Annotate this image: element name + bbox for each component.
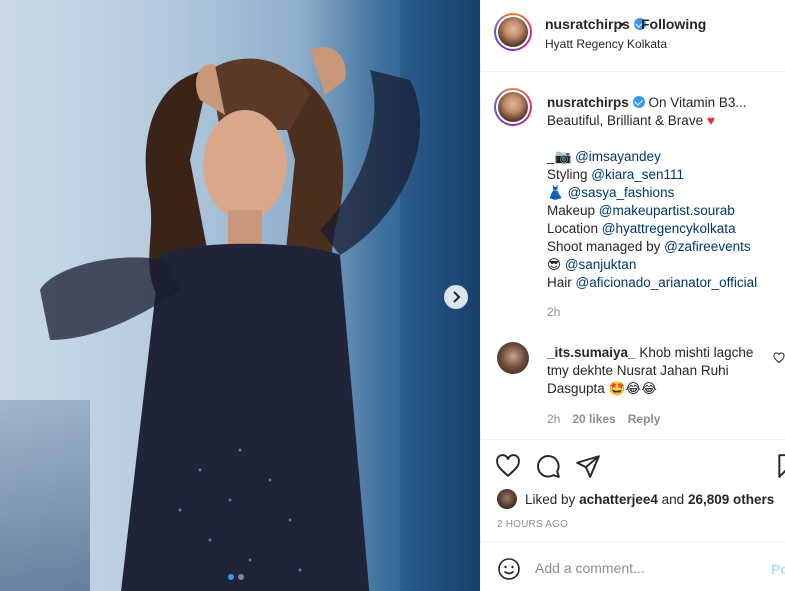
mention-link[interactable]: @zafireevents — [664, 239, 751, 254]
mention-link[interactable]: @makeupartist.sourab — [599, 203, 735, 218]
post-actions — [481, 441, 785, 481]
commenter-avatar[interactable] — [497, 342, 529, 374]
comments-section: nusratchirps On Vitamin B3... Beautiful,… — [481, 72, 785, 440]
author-avatar[interactable] — [494, 13, 532, 51]
likes-summary: Liked by achatterjee4 and 26,809 others — [497, 488, 774, 510]
post-timestamp[interactable]: 2 HOURS AGO — [497, 519, 568, 530]
credit-line: Hair @aficionado_arianator_official — [547, 275, 758, 290]
share-icon[interactable] — [575, 453, 601, 479]
caption-line2: Beautiful, Brilliant & Brave — [547, 113, 704, 128]
mention-link[interactable]: @aficionado_arianator_official — [576, 275, 758, 290]
comment-text: _its.sumaiya_ Khob mishti lagche tmy dek… — [547, 344, 769, 398]
mention-link[interactable]: @sanjuktan — [565, 257, 637, 272]
likes-prefix: Liked by — [525, 491, 576, 507]
verified-badge-icon — [632, 96, 645, 108]
mention-link[interactable]: @sasya_fashions — [568, 185, 675, 200]
author-username[interactable]: nusratchirps — [545, 16, 646, 32]
post-panel: nusratchirps • Following Hyatt Regency K… — [480, 0, 785, 591]
post-header: nusratchirps • Following Hyatt Regency K… — [481, 0, 785, 72]
caption-text: nusratchirps On Vitamin B3... Beautiful,… — [547, 94, 783, 292]
comment-likes-count[interactable]: 20 likes — [572, 412, 615, 426]
liker-avatar[interactable] — [497, 489, 517, 509]
mention-link[interactable]: @imsayandey — [575, 149, 661, 164]
heart-icon[interactable] — [495, 453, 521, 479]
caption-username[interactable]: nusratchirps — [547, 95, 645, 110]
likes-middle: and — [661, 491, 685, 507]
carousel-next-button[interactable] — [444, 285, 468, 309]
caption-avatar[interactable] — [494, 88, 532, 126]
following-button[interactable]: Following — [641, 16, 706, 32]
caption-timestamp[interactable]: 2h — [547, 305, 560, 319]
post-location[interactable]: Hyatt Regency Kolkata — [545, 37, 667, 51]
commenter-username[interactable]: _its.sumaiya_ — [547, 345, 636, 360]
comment-timestamp[interactable]: 2h — [547, 412, 560, 426]
comment-icon[interactable] — [535, 453, 561, 479]
comment-input[interactable] — [535, 555, 761, 581]
header-separator: • — [619, 16, 624, 32]
post-photo[interactable] — [0, 0, 480, 591]
credit-line: _📷 @imsayandey — [547, 149, 661, 164]
photo-subject — [40, 46, 420, 591]
chevron-right-icon — [453, 291, 461, 303]
credit-line: Location @hyattregencykolkata — [547, 221, 736, 236]
post-comment-button[interactable]: Post — [771, 561, 785, 577]
mention-link[interactable]: @kiara_sen111 — [591, 167, 684, 182]
credit-line: 😎 @sanjuktan — [547, 257, 637, 272]
comment-meta: 2h 20 likes Reply — [547, 412, 660, 426]
red-heart-icon: ♥ — [706, 113, 715, 128]
liker-username[interactable]: achatterjee4 — [579, 492, 658, 507]
comment-like-icon[interactable] — [773, 352, 785, 364]
credit-line: Styling @kiara_sen111 — [547, 167, 685, 182]
credit-line: Shoot managed by @zafireevents — [547, 239, 751, 254]
add-comment-bar: Post — [481, 541, 785, 591]
credit-line: 👗 @sasya_fashions — [547, 185, 675, 200]
caption-line1: On Vitamin B3... — [648, 95, 747, 110]
carousel-indicator — [228, 574, 244, 580]
emoji-icon[interactable] — [497, 557, 521, 581]
mention-link[interactable]: @hyattregencykolkata — [602, 221, 736, 236]
bookmark-icon[interactable] — [775, 453, 785, 479]
carousel-dot-active — [228, 574, 234, 580]
credit-line: Makeup @makeupartist.sourab — [547, 203, 735, 218]
carousel-dot — [238, 574, 244, 580]
reply-button[interactable]: Reply — [628, 412, 661, 426]
likes-count[interactable]: 26,809 others — [688, 492, 774, 507]
